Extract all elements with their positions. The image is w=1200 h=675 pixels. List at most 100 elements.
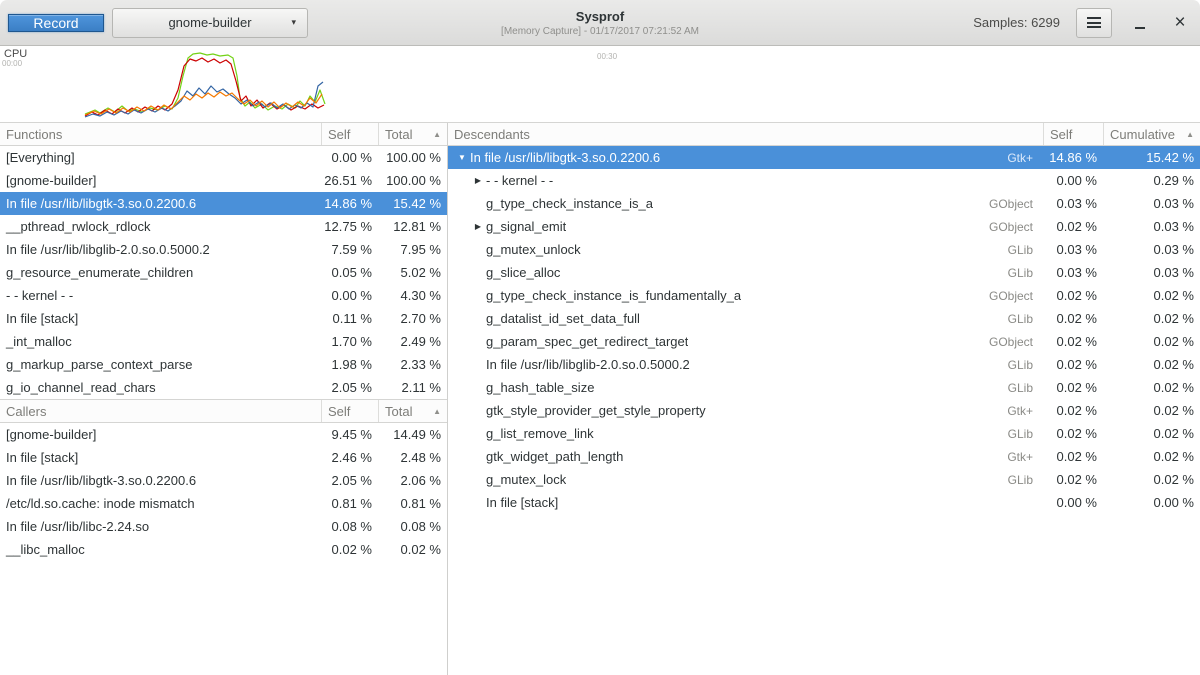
cpu-graph[interactable]: CPU 00:00 00:30 — [0, 46, 1200, 123]
cell-library-badge: GLib — [1008, 473, 1043, 487]
expander-expanded-icon[interactable]: ▼ — [454, 153, 470, 162]
descendants-row[interactable]: ▼In file /usr/lib/libgtk-3.so.0.2200.6Gt… — [448, 146, 1200, 169]
cell-cumulative-percent: 0.02 % — [1103, 472, 1200, 487]
cell-library-badge: GObject — [989, 335, 1043, 349]
functions-row[interactable]: In file [stack]0.11 %2.70 % — [0, 307, 447, 330]
descendants-table-body: ▼In file /usr/lib/libgtk-3.so.0.2200.6Gt… — [448, 146, 1200, 514]
descendants-row[interactable]: g_type_check_instance_is_fundamentally_a… — [448, 284, 1200, 307]
cumulative-column-header[interactable]: Cumulative ▲ — [1103, 123, 1200, 145]
cell-self-percent: 1.70 % — [321, 334, 378, 349]
cell-cumulative-percent: 0.03 % — [1103, 219, 1200, 234]
cell-cumulative-percent: 0.02 % — [1103, 403, 1200, 418]
cell-library-badge: GObject — [989, 220, 1043, 234]
cell-function-name: __libc_malloc — [0, 542, 321, 557]
minimize-button[interactable] — [1128, 9, 1152, 37]
cell-function-name: [gnome-builder] — [0, 427, 321, 442]
cell-self-percent: 0.02 % — [1043, 426, 1103, 441]
cell-library-badge: Gtk+ — [1007, 450, 1043, 464]
cell-total-percent: 100.00 % — [378, 173, 447, 188]
cell-total-percent: 14.49 % — [378, 427, 447, 442]
headerbar: Record gnome-builder ▾ Sysprof [Memory C… — [0, 0, 1200, 46]
descendants-row[interactable]: ▶g_signal_emitGObject0.02 %0.03 % — [448, 215, 1200, 238]
functions-row[interactable]: In file /usr/lib/libgtk-3.so.0.2200.614.… — [0, 192, 447, 215]
minimize-icon — [1135, 27, 1145, 29]
cell-function-name: g_resource_enumerate_children — [0, 265, 321, 280]
cell-function-name: gtk_widget_path_length — [486, 449, 623, 464]
cell-self-percent: 7.59 % — [321, 242, 378, 257]
descendants-row[interactable]: gtk_widget_path_lengthGtk+0.02 %0.02 % — [448, 445, 1200, 468]
callers-row[interactable]: __libc_malloc0.02 %0.02 % — [0, 538, 447, 561]
descendants-row[interactable]: g_mutex_unlockGLib0.03 %0.03 % — [448, 238, 1200, 261]
sysprof-window: Record gnome-builder ▾ Sysprof [Memory C… — [0, 0, 1200, 675]
cell-total-percent: 2.11 % — [378, 380, 447, 395]
close-button[interactable]: × — [1168, 9, 1192, 37]
cell-self-percent: 2.05 % — [321, 473, 378, 488]
cell-total-percent: 5.02 % — [378, 265, 447, 280]
self-column-header[interactable]: Self — [321, 400, 378, 422]
hamburger-icon — [1087, 17, 1101, 28]
cell-cumulative-percent: 15.42 % — [1103, 150, 1200, 165]
process-selector-label: gnome-builder — [168, 15, 251, 30]
descendants-row[interactable]: gtk_style_provider_get_style_propertyGtk… — [448, 399, 1200, 422]
record-button[interactable]: Record — [8, 14, 104, 32]
functions-table-body: [Everything]0.00 %100.00 %[gnome-builder… — [0, 146, 447, 399]
functions-row[interactable]: g_resource_enumerate_children0.05 %5.02 … — [0, 261, 447, 284]
process-selector[interactable]: gnome-builder ▾ — [112, 8, 308, 38]
descendants-row[interactable]: ▶- - kernel - -0.00 %0.29 % — [448, 169, 1200, 192]
functions-row[interactable]: __pthread_rwlock_rdlock12.75 %12.81 % — [0, 215, 447, 238]
cell-function-name: - - kernel - - — [0, 288, 321, 303]
functions-row[interactable]: [gnome-builder]26.51 %100.00 % — [0, 169, 447, 192]
cell-function-name: [Everything] — [0, 150, 321, 165]
cell-total-percent: 0.81 % — [378, 496, 447, 511]
descendants-column-header[interactable]: Descendants — [448, 123, 1043, 145]
cell-library-badge: GLib — [1008, 381, 1043, 395]
cell-function-name: g_type_check_instance_is_a — [486, 196, 653, 211]
cell-function-name: gtk_style_provider_get_style_property — [486, 403, 706, 418]
cell-function-name: _int_malloc — [0, 334, 321, 349]
descendants-row[interactable]: g_slice_allocGLib0.03 %0.03 % — [448, 261, 1200, 284]
descendants-row[interactable]: g_datalist_id_set_data_fullGLib0.02 %0.0… — [448, 307, 1200, 330]
total-column-header[interactable]: Total ▲ — [378, 400, 447, 422]
functions-row[interactable]: - - kernel - -0.00 %4.30 % — [0, 284, 447, 307]
total-column-header[interactable]: Total ▲ — [378, 123, 447, 145]
callers-row[interactable]: In file /usr/lib/libgtk-3.so.0.2200.62.0… — [0, 469, 447, 492]
self-column-header[interactable]: Self — [1043, 123, 1103, 145]
descendants-row[interactable]: g_list_remove_linkGLib0.02 %0.02 % — [448, 422, 1200, 445]
cell-self-percent: 0.03 % — [1043, 242, 1103, 257]
callers-row[interactable]: [gnome-builder]9.45 %14.49 % — [0, 423, 447, 446]
menu-button[interactable] — [1076, 8, 1112, 38]
descendants-row[interactable]: g_param_spec_get_redirect_targetGObject0… — [448, 330, 1200, 353]
self-column-header[interactable]: Self — [321, 123, 378, 145]
functions-row[interactable]: g_markup_parse_context_parse1.98 %2.33 % — [0, 353, 447, 376]
functions-row[interactable]: g_io_channel_read_chars2.05 %2.11 % — [0, 376, 447, 399]
window-title: Sysprof — [501, 9, 699, 24]
descendants-row[interactable]: In file [stack]0.00 %0.00 % — [448, 491, 1200, 514]
cell-cumulative-percent: 0.03 % — [1103, 196, 1200, 211]
expander-collapsed-icon[interactable]: ▶ — [470, 222, 486, 231]
callers-row[interactable]: In file [stack]2.46 %2.48 % — [0, 446, 447, 469]
cell-function-name: [gnome-builder] — [0, 173, 321, 188]
descendants-row[interactable]: In file /usr/lib/libglib-2.0.so.0.5000.2… — [448, 353, 1200, 376]
callers-row[interactable]: In file /usr/lib/libc-2.24.so0.08 %0.08 … — [0, 515, 447, 538]
functions-column-header[interactable]: Functions — [0, 123, 321, 145]
descendants-row[interactable]: g_mutex_lockGLib0.02 %0.02 % — [448, 468, 1200, 491]
sort-indicator-icon: ▲ — [1186, 130, 1194, 139]
cell-function-name: __pthread_rwlock_rdlock — [0, 219, 321, 234]
descendants-row[interactable]: g_type_check_instance_is_aGObject0.03 %0… — [448, 192, 1200, 215]
cell-self-percent: 0.00 % — [1043, 495, 1103, 510]
expander-collapsed-icon[interactable]: ▶ — [470, 176, 486, 185]
descendants-row[interactable]: g_hash_table_sizeGLib0.02 %0.02 % — [448, 376, 1200, 399]
functions-row[interactable]: [Everything]0.00 %100.00 % — [0, 146, 447, 169]
functions-row[interactable]: In file /usr/lib/libglib-2.0.so.0.5000.2… — [0, 238, 447, 261]
cell-function-name: g_list_remove_link — [486, 426, 594, 441]
cell-function-name: g_markup_parse_context_parse — [0, 357, 321, 372]
cell-self-percent: 0.00 % — [1043, 173, 1103, 188]
callers-row[interactable]: /etc/ld.so.cache: inode mismatch0.81 %0.… — [0, 492, 447, 515]
sort-indicator-icon: ▲ — [433, 130, 441, 139]
functions-row[interactable]: _int_malloc1.70 %2.49 % — [0, 330, 447, 353]
cell-self-percent: 0.02 % — [1043, 334, 1103, 349]
cell-cumulative-percent: 0.02 % — [1103, 380, 1200, 395]
cell-self-percent: 0.81 % — [321, 496, 378, 511]
chevron-down-icon: ▾ — [291, 17, 296, 28]
callers-column-header[interactable]: Callers — [0, 400, 321, 422]
